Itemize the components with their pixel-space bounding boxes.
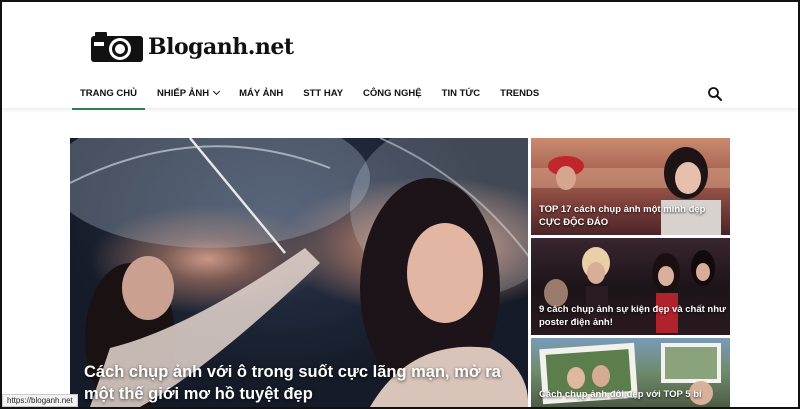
- nav-label: TRENDS: [500, 88, 540, 99]
- side-post-title[interactable]: TOP 17 cách chụp ảnh một mình đẹp CỰC ĐỘ…: [539, 203, 727, 229]
- nav-label: MÁY ẢNH: [239, 88, 284, 99]
- site-logo[interactable]: Bloganh.net: [90, 30, 294, 64]
- side-post-title[interactable]: 9 cách chụp ảnh sự kiện đẹp và chất như …: [539, 303, 727, 329]
- nav-label: STT HAY: [303, 88, 344, 99]
- chevron-down-icon: [213, 87, 221, 96]
- search-icon[interactable]: [707, 86, 723, 102]
- browser-frame: Bloganh.net TRANG CHỦ NHIẾP ẢNH MÁY ẢNH …: [0, 0, 800, 409]
- camera-logo-icon: [90, 30, 144, 64]
- nav-item-tin-tuc[interactable]: TIN TỨC: [432, 80, 491, 108]
- side-post-title[interactable]: Cách chụp ảnh đôi đẹp với TOP 5 bí: [539, 388, 727, 401]
- featured-post[interactable]: Cách chụp ảnh với ô trong suốt cực lãng …: [70, 138, 528, 407]
- nav-item-stt-hay[interactable]: STT HAY: [293, 80, 353, 108]
- site-header: Bloganh.net TRANG CHỦ NHIẾP ẢNH MÁY ẢNH …: [2, 2, 798, 110]
- side-post[interactable]: 9 cách chụp ảnh sự kiện đẹp và chất như …: [531, 238, 730, 335]
- nav-label: TRANG CHỦ: [80, 88, 137, 99]
- side-post[interactable]: TOP 17 cách chụp ảnh một mình đẹp CỰC ĐỘ…: [531, 138, 730, 235]
- main-nav: TRANG CHỦ NHIẾP ẢNH MÁY ẢNH STT HAY CÔNG…: [70, 80, 549, 110]
- nav-label: CÔNG NGHỆ: [363, 88, 422, 99]
- nav-item-cong-nghe[interactable]: CÔNG NGHỆ: [353, 80, 432, 108]
- nav-item-trends[interactable]: TRENDS: [490, 80, 549, 108]
- logo-text: Bloganh.net: [148, 34, 294, 60]
- nav-item-trang-chu[interactable]: TRANG CHỦ: [70, 80, 147, 110]
- nav-label: NHIẾP ẢNH: [157, 88, 210, 99]
- side-post[interactable]: Cách chụp ảnh đôi đẹp với TOP 5 bí: [531, 338, 730, 407]
- nav-item-nhiep-anh[interactable]: NHIẾP ẢNH: [147, 80, 229, 108]
- featured-post-title[interactable]: Cách chụp ảnh với ô trong suốt cực lãng …: [84, 361, 514, 405]
- nav-label: TIN TỨC: [441, 88, 481, 99]
- nav-item-may-anh[interactable]: MÁY ẢNH: [229, 80, 293, 108]
- status-bar-url: https://bloganh.net: [2, 394, 78, 407]
